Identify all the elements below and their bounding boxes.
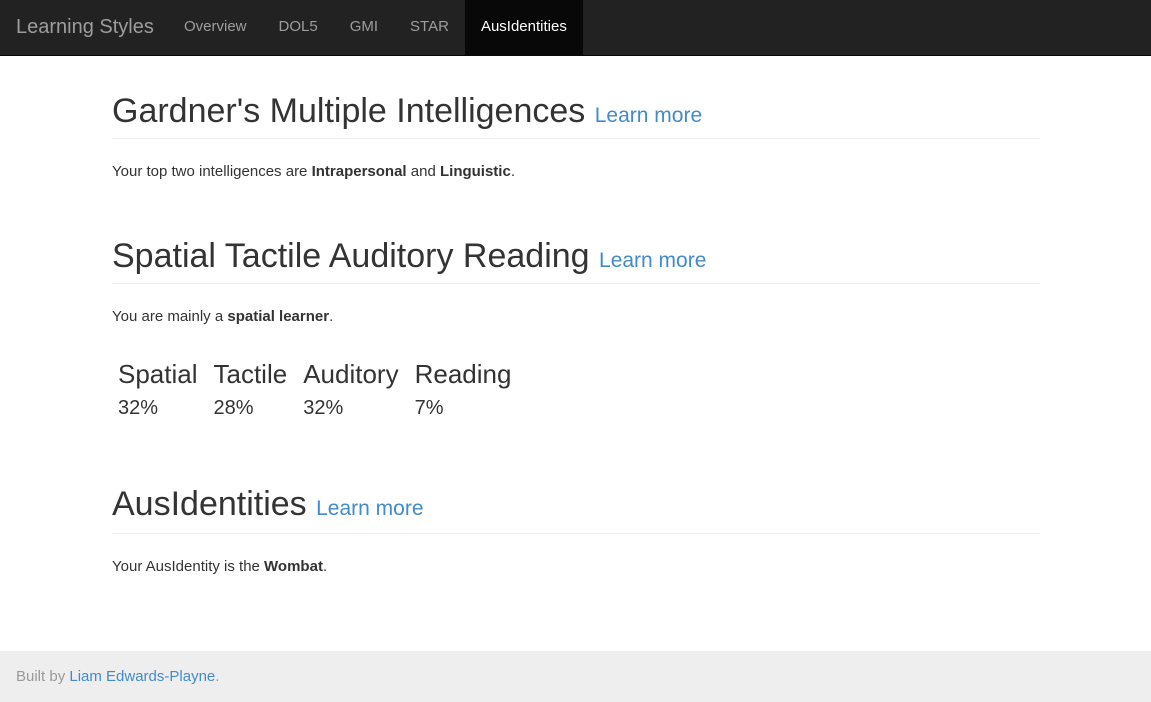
- gmi-result-suffix: .: [510, 163, 515, 180]
- aus-result-suffix: .: [322, 558, 328, 575]
- aus-learn-more-link[interactable]: Learn more: [316, 497, 423, 520]
- gmi-result-joiner: and: [406, 163, 440, 180]
- stat-spatial: Spatial 32%: [118, 357, 198, 425]
- stat-tactile: Tactile 28%: [214, 357, 288, 425]
- stat-value: 32%: [303, 397, 344, 419]
- stat-reading: Reading 7%: [415, 357, 512, 425]
- stat-name: Reading: [414, 359, 512, 389]
- star-title: Spatial Tactile Auditory Reading Learn m…: [112, 236, 706, 281]
- stat-value: 32%: [118, 397, 159, 419]
- aus-header: AusIdentities Learn more: [112, 450, 1040, 534]
- stat-auditory: Auditory 32%: [303, 357, 398, 425]
- stat-value: 28%: [213, 397, 254, 419]
- star-learner-type: spatial learner: [227, 308, 330, 325]
- gmi-header: Gardner's Multiple Intelligences Learn m…: [112, 55, 1040, 139]
- star-header: Spatial Tactile Auditory Reading Learn m…: [112, 200, 1040, 284]
- gmi-result-text: Your top two intelligences are Intrapers…: [112, 162, 515, 182]
- gmi-title-text: Gardner's Multiple Intelligences: [112, 92, 586, 130]
- nav-item-ausidentities[interactable]: AusIdentities: [464, 0, 583, 55]
- stat-name: Auditory: [303, 359, 399, 389]
- stat-value: 7%: [414, 397, 444, 419]
- main-nav: Overview DOL5 GMI STAR AusIdentities: [168, 0, 583, 55]
- nav-item-gmi[interactable]: GMI: [334, 0, 394, 55]
- star-result-suffix: .: [329, 308, 334, 325]
- footer-prefix: Built by: [16, 668, 70, 685]
- aus-title-text: AusIdentities: [112, 485, 307, 523]
- gmi-first-intelligence: Intrapersonal: [311, 163, 407, 180]
- gmi-learn-more-link[interactable]: Learn more: [595, 104, 702, 127]
- nav-item-dol5[interactable]: DOL5: [263, 0, 334, 55]
- nav-item-star[interactable]: STAR: [394, 0, 465, 55]
- footer-suffix: .: [215, 668, 220, 685]
- gmi-result-prefix: Your top two intelligences are: [112, 163, 312, 180]
- footer: Built by Liam Edwards-Playne.: [0, 651, 1151, 702]
- stat-name: Tactile: [213, 359, 288, 389]
- star-title-text: Spatial Tactile Auditory Reading: [112, 237, 590, 275]
- footer-credit: Built by Liam Edwards-Playne.: [16, 667, 219, 687]
- nav-item-overview[interactable]: Overview: [168, 0, 263, 55]
- aus-identity: Wombat: [264, 558, 323, 575]
- gmi-title: Gardner's Multiple Intelligences Learn m…: [112, 91, 702, 136]
- star-result-prefix: You are mainly a: [112, 308, 228, 325]
- gmi-second-intelligence: Linguistic: [439, 163, 511, 180]
- author-link[interactable]: Liam Edwards-Playne: [69, 668, 215, 685]
- stat-name: Spatial: [118, 359, 198, 389]
- aus-title: AusIdentities Learn more: [112, 484, 424, 529]
- aus-result-text: Your AusIdentity is the Wombat.: [112, 557, 327, 577]
- star-result-text: You are mainly a spatial learner.: [112, 307, 333, 327]
- star-stats: Spatial 32% Tactile 28% Auditory 32% Rea…: [118, 357, 527, 425]
- brand-link[interactable]: Learning Styles: [16, 15, 154, 39]
- star-learn-more-link[interactable]: Learn more: [599, 249, 706, 272]
- top-navbar: Learning Styles Overview DOL5 GMI STAR A…: [0, 0, 1151, 56]
- aus-result-prefix: Your AusIdentity is the: [112, 558, 265, 575]
